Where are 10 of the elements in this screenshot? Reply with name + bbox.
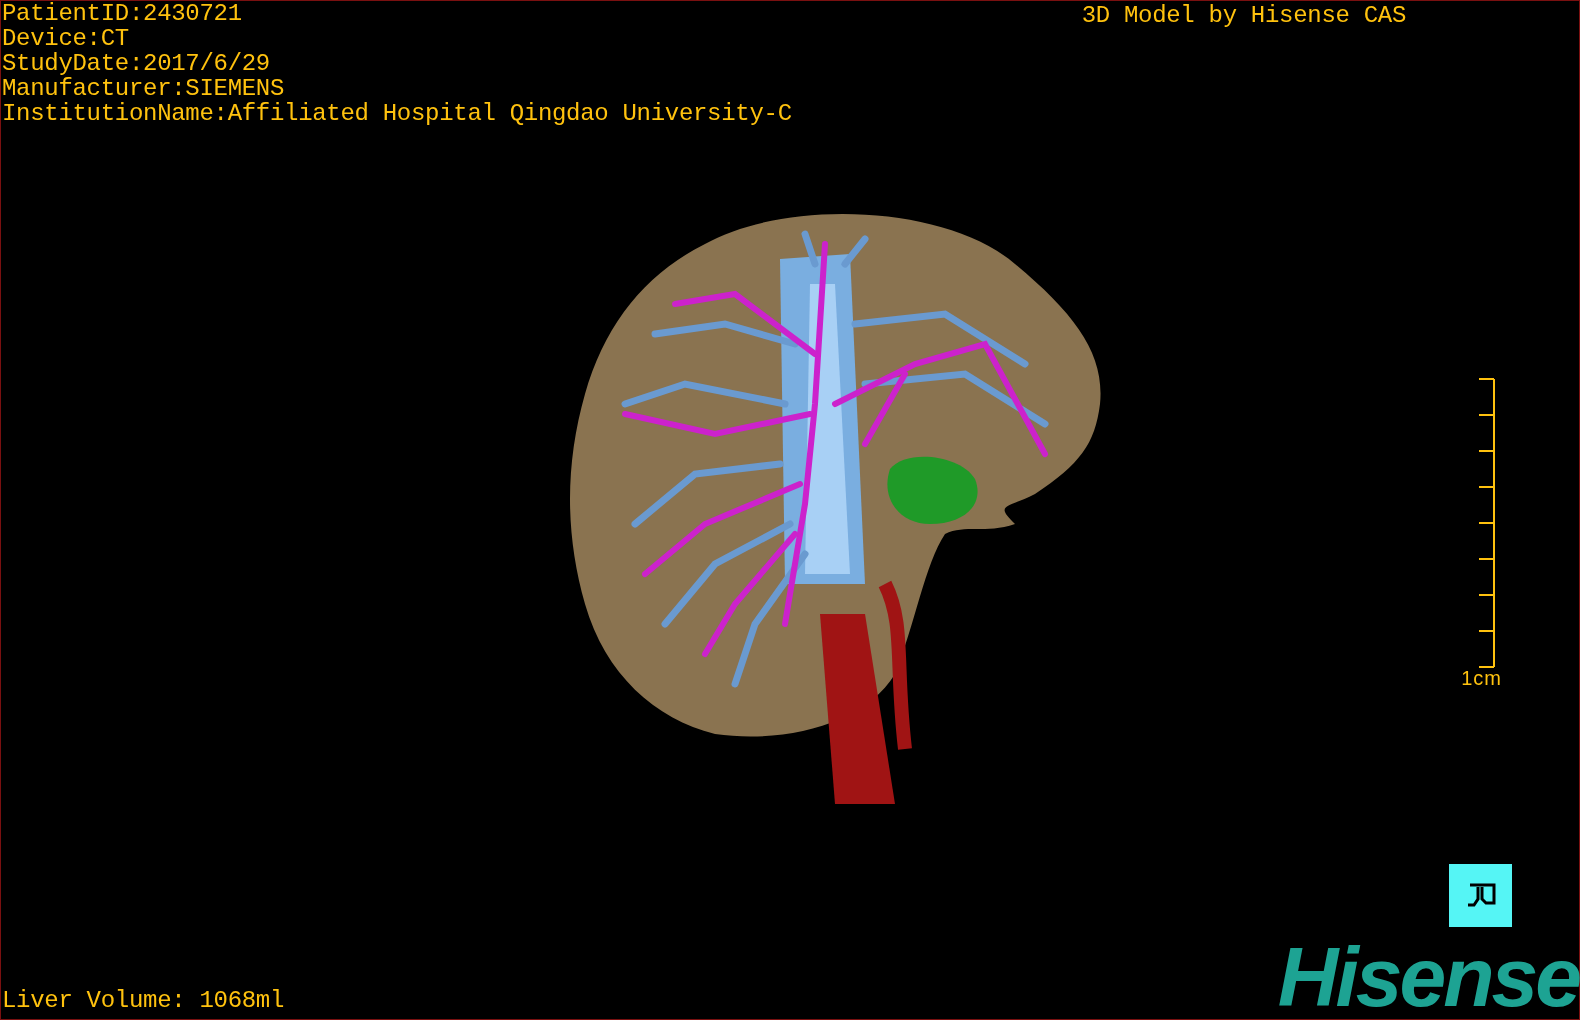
model-title: 3D Model by Hisense CAS <box>1081 1 1406 28</box>
tool-button[interactable] <box>1449 864 1512 927</box>
study-info-text: Manufacturer:SIEMENS <box>2 76 286 101</box>
study-info-text: StudyDate:2017/6/29 <box>2 51 271 76</box>
study-info-text: InstitutionName:Affiliated Hospital Qingdao University-C <box>2 101 792 126</box>
scale-label: 1cm <box>1461 668 1502 688</box>
study-info-text: PatientID:2430721 <box>2 1 243 26</box>
study-info-text: Device:CT <box>2 26 130 51</box>
liver-volume-text: Liver Volume: 1068ml <box>1 988 285 1016</box>
brand-logo: Hisense <box>1277 941 1579 1019</box>
